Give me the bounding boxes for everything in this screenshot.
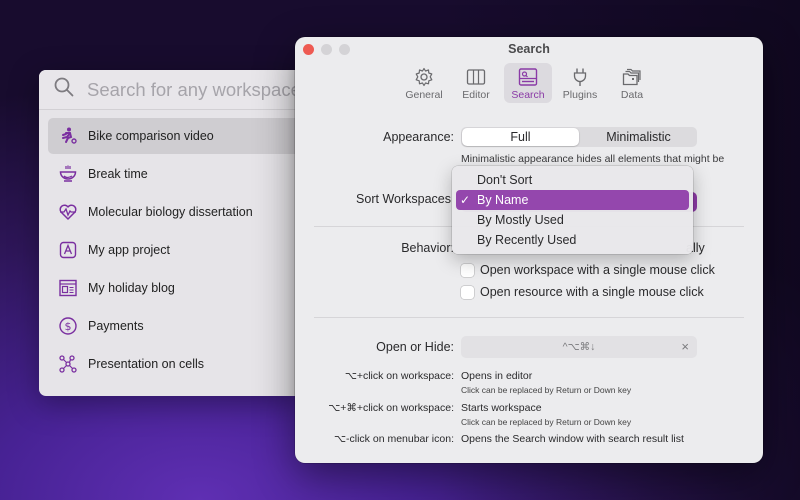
shortcut-description: Opens the Search window with search resu… <box>461 433 684 445</box>
menu-item-by-mostly-used[interactable]: By Mostly Used <box>456 210 689 230</box>
shortcut-keys: ^⌥⌘↓ <box>562 341 596 353</box>
clear-shortcut-icon[interactable]: × <box>681 336 689 358</box>
menu-item-label: Don't Sort <box>477 173 533 187</box>
menu-item-by-name[interactable]: ✓ By Name <box>456 190 689 210</box>
tab-editor[interactable]: Editor <box>452 63 500 103</box>
workspace-item-bike-comparison-video[interactable]: Bike comparison video <box>48 118 301 154</box>
checkbox-label: Open resource with a single mouse click <box>480 285 704 299</box>
sort-workspaces-label: Sort Workspaces <box>356 192 451 206</box>
menu-item-label: By Recently Used <box>477 233 577 247</box>
behavior-label: Behavior: <box>401 241 454 255</box>
molecule-icon <box>58 354 78 374</box>
shortcut-description: Starts workspace <box>461 402 542 414</box>
tab-label: Editor <box>462 89 490 101</box>
dollar-circle-icon: $ <box>58 316 78 336</box>
workspace-item-label: Molecular biology dissertation <box>88 205 253 219</box>
workspace-list: Bike comparison video Break time Molecul… <box>39 110 301 382</box>
menu-item-dont-sort[interactable]: Don't Sort <box>456 170 689 190</box>
shortcut-hint: Click can be replaced by Return or Down … <box>461 417 632 427</box>
open-workspace-single-click-row[interactable]: Open workspace with a single mouse click <box>461 263 715 277</box>
workspace-item-label: Presentation on cells <box>88 357 205 371</box>
workspace-search-input[interactable] <box>87 78 301 101</box>
appearance-segmented-control: Full Minimalistic <box>461 127 697 147</box>
shortcut-hint: Click can be replaced by Return or Down … <box>461 385 632 395</box>
workspace-search-panel: Bike comparison video Break time Molecul… <box>39 70 301 396</box>
columns-icon <box>466 69 486 85</box>
sort-workspaces-menu: Don't Sort ✓ By Name By Mostly Used By Re… <box>452 166 693 254</box>
workspace-item-presentation-on-cells[interactable]: Presentation on cells <box>48 346 301 382</box>
tab-plugins[interactable]: Plugins <box>556 63 604 103</box>
appearance-option-minimalistic[interactable]: Minimalistic <box>580 127 697 147</box>
open-workspace-single-click-checkbox[interactable] <box>461 263 474 277</box>
tab-label: General <box>405 89 443 101</box>
close-window-button[interactable] <box>303 44 314 55</box>
open-resource-single-click-row[interactable]: Open resource with a single mouse click <box>461 285 704 299</box>
heart-pulse-icon <box>58 202 78 222</box>
checkmark-icon: ✓ <box>460 193 471 207</box>
menu-item-label: By Name <box>477 193 529 207</box>
zoom-window-button[interactable] <box>339 44 350 55</box>
minimize-window-button[interactable] <box>321 44 332 55</box>
plug-icon <box>573 68 587 86</box>
menu-item-label: By Mostly Used <box>477 213 564 227</box>
workspace-item-my-holiday-blog[interactable]: My holiday blog <box>48 270 301 306</box>
section-divider <box>314 317 744 318</box>
workspace-item-my-app-project[interactable]: My app project <box>48 232 301 268</box>
tab-label: Data <box>620 89 644 101</box>
search-window-icon <box>518 68 538 86</box>
workspace-item-label: Bike comparison video <box>88 129 214 143</box>
tab-data[interactable]: Data <box>608 63 656 103</box>
tab-search[interactable]: Search <box>504 63 552 103</box>
hot-bowl-icon <box>58 164 78 184</box>
workspace-item-payments[interactable]: $ Payments <box>48 308 301 344</box>
title-bar: Search <box>295 37 763 61</box>
workspace-item-molecular-biology-dissertation[interactable]: Molecular biology dissertation <box>48 194 301 230</box>
tab-label: Plugins <box>562 89 598 101</box>
open-hide-shortcut-recorder[interactable]: ^⌥⌘↓ × <box>461 336 697 358</box>
workspace-item-label: My app project <box>88 243 170 257</box>
folders-icon <box>622 68 641 86</box>
search-icon <box>53 76 75 103</box>
app-letter-a-icon <box>58 240 78 260</box>
shortcut-key-label: ⌥+⌘+click on workspace: <box>328 402 454 414</box>
checkbox-label: Open workspace with a single mouse click <box>480 263 715 277</box>
workspace-item-label: Payments <box>88 319 144 333</box>
tab-label: Search <box>511 89 545 101</box>
shortcut-key-label: ⌥-click on menubar icon: <box>333 433 454 445</box>
appearance-option-full[interactable]: Full <box>462 128 579 146</box>
workspace-item-label: Break time <box>88 167 148 181</box>
gear-icon <box>415 67 433 87</box>
tab-general[interactable]: General <box>400 63 448 103</box>
svg-text:$: $ <box>65 320 72 333</box>
menu-item-by-recently-used[interactable]: By Recently Used <box>456 230 689 250</box>
open-hide-label: Open or Hide: <box>376 340 454 354</box>
window-title: Search <box>508 42 550 56</box>
cyclist-icon <box>58 126 78 146</box>
preferences-toolbar: General Editor Search Plugins Data <box>293 63 763 103</box>
blog-layout-icon <box>58 278 78 298</box>
workspace-search-bar <box>39 70 301 110</box>
shortcut-description: Opens in editor <box>461 370 533 382</box>
shortcut-key-label: ⌥+click on workspace: <box>344 370 454 382</box>
open-resource-single-click-checkbox[interactable] <box>461 285 474 299</box>
workspace-item-label: My holiday blog <box>88 281 175 295</box>
workspace-item-break-time[interactable]: Break time <box>48 156 301 192</box>
appearance-hint: Minimalistic appearance hides all elemen… <box>461 153 725 165</box>
appearance-label: Appearance: <box>383 130 454 144</box>
window-controls <box>303 44 350 55</box>
